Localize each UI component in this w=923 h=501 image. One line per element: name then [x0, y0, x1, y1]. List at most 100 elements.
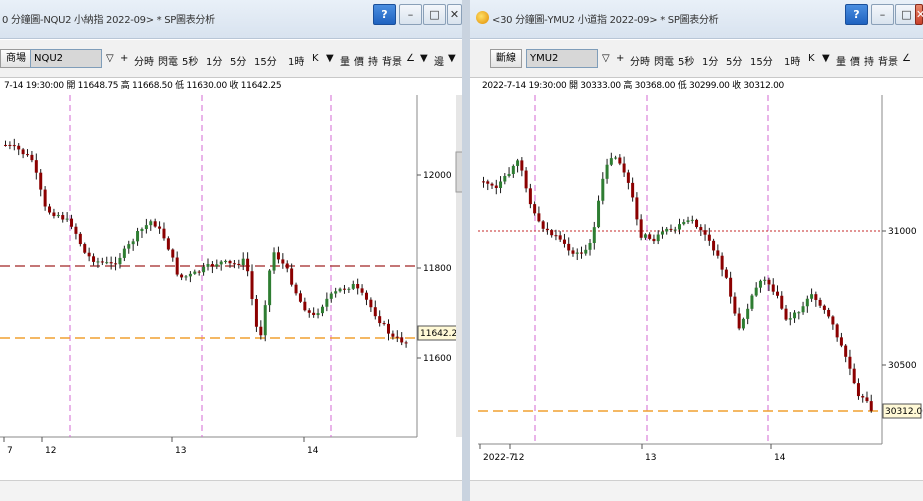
candle-body	[533, 204, 537, 214]
candle-body	[34, 160, 38, 173]
candle-body	[272, 252, 276, 271]
candle-body	[250, 271, 254, 299]
candle-body	[669, 228, 673, 230]
candle-body	[554, 235, 558, 237]
candle-body	[356, 283, 360, 289]
candle-body	[232, 263, 236, 265]
candle-body	[524, 170, 528, 189]
candle-body	[224, 260, 228, 262]
window-divider	[462, 0, 470, 501]
x-tick-label: 2022-7	[483, 453, 515, 463]
candle-body	[856, 383, 860, 397]
candle-body	[528, 188, 532, 205]
candle-body	[78, 233, 82, 245]
candle-body	[771, 284, 775, 292]
candle-body	[197, 271, 201, 273]
candle-body	[490, 183, 494, 186]
candle-body	[347, 288, 351, 290]
candle-body	[395, 336, 399, 338]
left-scrollbar[interactable]	[0, 480, 462, 501]
candle-body	[741, 318, 745, 329]
candle-body	[162, 228, 166, 239]
candle-body	[118, 257, 122, 265]
candle-body	[733, 296, 737, 314]
candle-body	[144, 225, 148, 230]
candle-body	[614, 157, 618, 159]
candle-body	[285, 263, 289, 269]
candle-body	[334, 291, 338, 294]
candle-body	[290, 268, 294, 285]
candle-body	[131, 241, 135, 245]
candle-body	[100, 261, 104, 263]
right-chart-window: <30 分鐘圖-YMU2 小道指 2022-09> * SP圖表分析 ? – □…	[470, 0, 923, 501]
candle-body	[801, 306, 805, 313]
candle-body	[48, 206, 52, 213]
left-chart-window: 0 分鐘圖-NQU2 小納指 2022-09> * SP圖表分析 ? – □ ✕…	[0, 0, 462, 501]
y-tick-label: 11600	[423, 354, 452, 364]
candle-body	[281, 259, 285, 264]
candle-body	[822, 305, 826, 310]
candle-body	[622, 163, 626, 173]
right-candlestick-chart[interactable]: 31000 30500 30312.00 2022-712 13 14	[470, 0, 923, 501]
candle-body	[263, 305, 267, 336]
candle-body	[652, 238, 656, 242]
candle-body	[8, 144, 12, 146]
candle-body	[643, 234, 647, 238]
candle-body	[342, 288, 346, 290]
candle-body	[584, 249, 588, 254]
candle-body	[592, 227, 596, 244]
candle-body	[171, 249, 175, 258]
candle-body	[716, 250, 720, 256]
candle-body	[776, 291, 779, 296]
candle-body	[206, 264, 210, 267]
candle-body	[737, 313, 741, 329]
candle-body	[767, 279, 771, 285]
x-tick-label: 7	[7, 446, 13, 456]
candle-body	[575, 252, 579, 254]
plot-area	[478, 95, 882, 444]
candle-body	[21, 149, 25, 155]
candle-body	[26, 154, 30, 156]
candle-body	[660, 231, 664, 235]
candle-body	[639, 219, 643, 238]
candle-body	[386, 323, 390, 334]
candle-body	[17, 145, 21, 150]
candle-body	[96, 261, 100, 263]
candle-body	[61, 215, 65, 220]
candle-body	[378, 316, 382, 324]
candle-body	[588, 243, 592, 250]
candle-body	[720, 255, 724, 270]
candle-body	[571, 250, 575, 254]
candle-body	[127, 244, 131, 249]
candle-body	[193, 271, 197, 274]
candle-body	[52, 212, 56, 217]
candle-body	[605, 164, 609, 179]
candle-body	[695, 219, 699, 228]
candle-body	[656, 234, 660, 242]
candle-body	[550, 230, 554, 236]
candle-body	[56, 215, 60, 217]
candle-body	[105, 262, 109, 264]
candle-body	[351, 283, 355, 289]
candle-body	[601, 178, 605, 201]
candle-body	[835, 324, 839, 338]
candle-body	[558, 235, 562, 240]
candle-body	[712, 240, 716, 251]
candle-body	[516, 160, 520, 166]
candle-body	[202, 266, 206, 273]
candle-body	[545, 228, 549, 231]
candle-body	[562, 239, 566, 244]
candle-body	[175, 257, 179, 275]
candle-body	[74, 226, 78, 234]
candle-body	[618, 157, 622, 164]
candle-body	[482, 181, 485, 183]
candle-body	[307, 310, 311, 313]
candle-body	[635, 197, 639, 220]
candle-body	[682, 222, 686, 225]
candle-body	[338, 288, 342, 292]
left-candlestick-chart[interactable]: 12000 11800 11600 11642.25 7 12 13 14	[0, 0, 462, 501]
right-scrollbar[interactable]	[470, 480, 923, 501]
candle-body	[400, 337, 404, 343]
candle-body	[626, 172, 630, 183]
candle-body	[707, 234, 711, 241]
